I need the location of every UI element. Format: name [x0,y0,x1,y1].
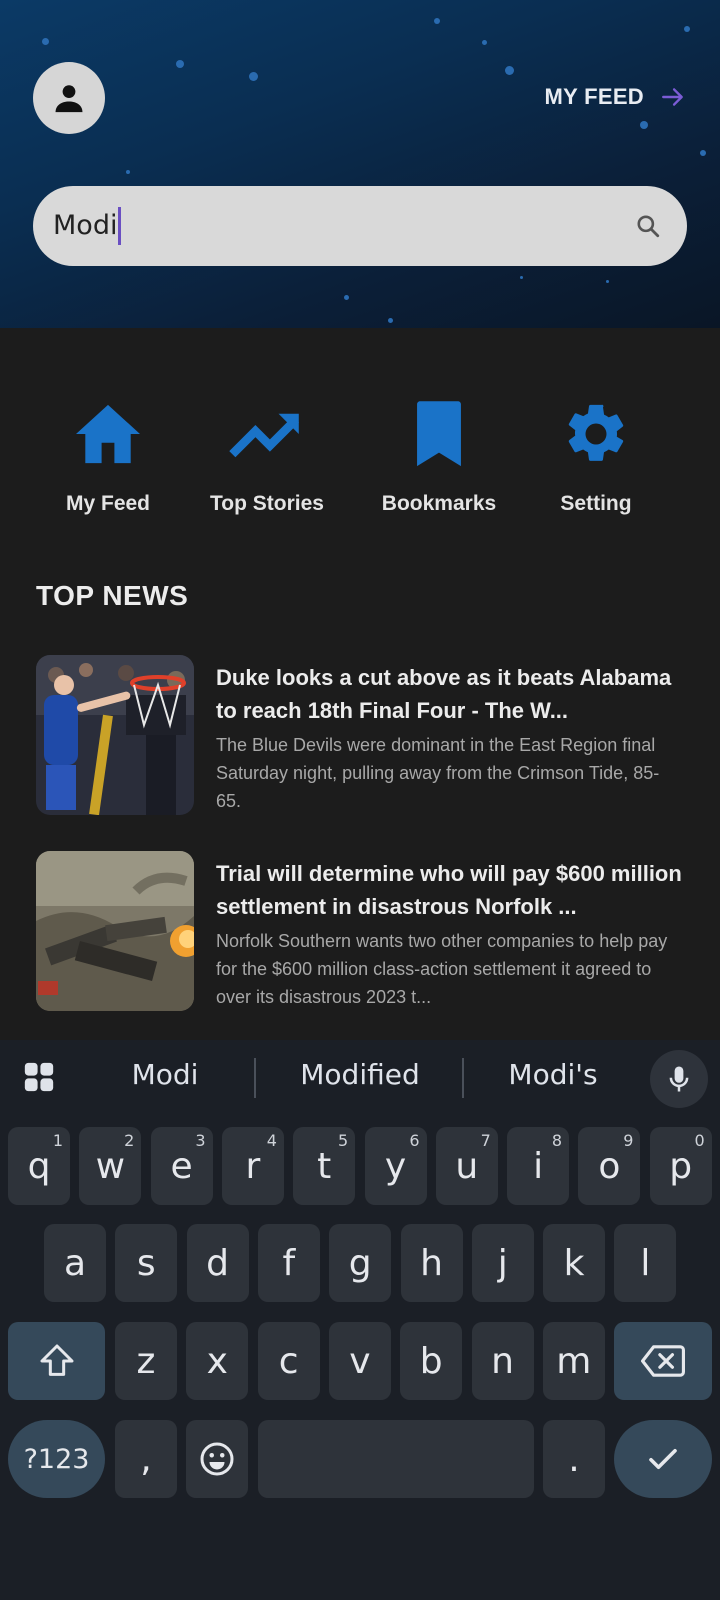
emoji-icon [200,1442,234,1476]
microphone-icon [669,1066,689,1092]
soft-keyboard: Modi Modified Modi's q1w2e3r4t5y6u7i8o9p… [0,1040,720,1600]
key-s[interactable]: s [115,1224,178,1302]
key-u[interactable]: u7 [435,1127,498,1205]
key-y[interactable]: y6 [364,1127,427,1205]
symbols-key[interactable]: ?123 [8,1420,105,1498]
emoji-key[interactable] [186,1420,248,1498]
key-a[interactable]: a [44,1224,106,1302]
period-key[interactable]: . [543,1420,605,1498]
news-item[interactable]: Duke looks a cut above as it beats Alaba… [36,655,686,815]
key-v[interactable]: v [328,1322,391,1400]
key-c[interactable]: c [257,1322,320,1400]
key-label: w [95,1145,126,1187]
key-hint: 7 [480,1131,491,1150]
profile-avatar[interactable] [33,62,105,134]
key-k[interactable]: k [543,1224,606,1302]
search-icon[interactable] [635,213,661,239]
key-i[interactable]: i8 [507,1127,570,1205]
nav-item-my-feed[interactable]: My Feed [23,398,193,516]
key-r[interactable]: r4 [221,1127,284,1205]
suggestion-item[interactable]: Modi [90,1058,240,1091]
key-label: o [598,1145,621,1187]
suggestion-bar: Modi Modified Modi's [0,1040,720,1118]
key-o[interactable]: o9 [578,1127,641,1205]
key-hint: 6 [409,1131,420,1150]
backspace-key[interactable] [614,1322,712,1400]
header: MY FEED Modi [0,0,720,328]
nav-item-label: My Feed [65,492,151,515]
key-t[interactable]: t5 [293,1127,356,1205]
check-icon [649,1448,677,1470]
nav-item-label: Top Stories [210,492,324,515]
quick-nav: My Feed Top Stories Bookmarks Setting [0,398,720,528]
key-label: r [245,1145,261,1187]
search-field[interactable]: Modi [33,186,687,266]
key-label: t [317,1145,332,1187]
nav-item-top-stories[interactable]: Top Stories [182,398,352,516]
person-icon [55,85,83,113]
bookmark-icon [417,401,461,467]
news-description: Norfolk Southern wants two other compani… [216,931,668,1007]
enter-key[interactable] [614,1420,712,1498]
news-thumbnail [36,655,194,815]
key-hint: 0 [694,1131,705,1150]
trending-up-icon [229,413,299,458]
shift-key[interactable] [8,1322,105,1400]
key-label: p [669,1145,693,1187]
news-description: The Blue Devils were dominant in the Eas… [216,735,660,811]
key-x[interactable]: x [186,1322,249,1400]
key-hint: 2 [124,1131,135,1150]
voice-input-button[interactable] [650,1050,708,1108]
suggestion-item[interactable]: Modified [270,1058,450,1091]
key-g[interactable]: g [329,1224,392,1302]
key-hint: 1 [52,1131,63,1150]
news-title[interactable]: Duke looks a cut above as it beats Alaba… [216,661,684,727]
key-j[interactable]: j [471,1224,534,1302]
key-label: q [27,1145,51,1187]
key-p[interactable]: p0 [649,1127,712,1205]
key-d[interactable]: d [186,1224,249,1302]
key-label: y [384,1145,407,1187]
key-n[interactable]: n [471,1322,534,1400]
gear-icon [568,404,624,461]
backspace-icon [641,1345,685,1377]
home-icon [76,404,140,464]
shift-icon [40,1344,73,1376]
nav-item-bookmarks[interactable]: Bookmarks [354,398,524,516]
nav-item-setting[interactable]: Setting [511,398,681,516]
my-feed-link[interactable]: MY FEED [544,84,683,110]
apps-grid-icon[interactable] [22,1060,56,1094]
key-hint: 3 [195,1131,206,1150]
key-l[interactable]: l [614,1224,677,1302]
key-m[interactable]: m [542,1322,605,1400]
nav-item-label: Setting [560,492,632,515]
key-label: e [170,1145,193,1187]
key-label: u [455,1145,479,1187]
key-e[interactable]: e3 [150,1127,213,1205]
key-label: i [533,1145,544,1187]
comma-key[interactable]: , [115,1420,177,1498]
key-z[interactable]: z [115,1322,177,1400]
key-hint: 5 [338,1131,349,1150]
key-w[interactable]: w2 [79,1127,142,1205]
arrow-right-icon [662,88,683,106]
key-hint: 4 [266,1131,277,1150]
news-thumbnail [36,851,194,1011]
key-hint: 9 [623,1131,634,1150]
news-item[interactable]: Trial will determine who will pay $600 m… [36,851,686,1011]
key-f[interactable]: f [257,1224,320,1302]
key-q[interactable]: q1 [8,1127,70,1205]
key-hint: 8 [551,1131,563,1150]
key-b[interactable]: b [400,1322,463,1400]
nav-item-label: Bookmarks [381,492,497,515]
suggestion-item[interactable]: Modi's [478,1058,628,1091]
search-input[interactable]: Modi [53,207,122,245]
key-h[interactable]: h [400,1224,463,1302]
news-title[interactable]: Trial will determine who will pay $600 m… [216,857,684,923]
space-key[interactable] [258,1420,534,1498]
my-feed-link-label: MY FEED [544,84,644,109]
section-title: TOP NEWS [36,580,189,611]
